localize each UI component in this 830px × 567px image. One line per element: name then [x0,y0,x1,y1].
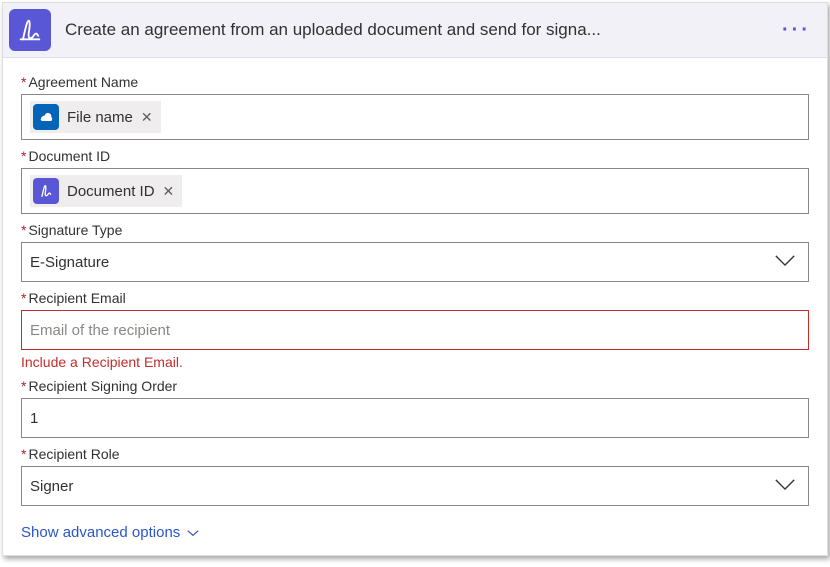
label-text: Recipient Signing Order [28,378,177,394]
remove-token-icon[interactable]: ✕ [141,109,153,126]
label-text: Document ID [28,148,110,164]
recipient-email-input[interactable]: Email of the recipient [21,310,809,350]
error-message: Include a Recipient Email. [21,354,809,370]
signature-type-select[interactable]: E-Signature [21,242,809,282]
recipient-signing-order-input[interactable]: 1 [21,398,809,438]
chevron-down-icon [774,478,796,495]
link-label: Show advanced options [21,524,180,541]
field-signature-type: *Signature Type E-Signature [21,222,809,282]
field-label: *Recipient Email [21,290,809,306]
sharepoint-icon [33,104,59,130]
token-label: Document ID [67,183,155,200]
agreement-name-input[interactable]: File name ✕ [21,94,809,140]
field-recipient-signing-order: *Recipient Signing Order 1 [21,378,809,438]
select-value: E-Signature [30,254,109,271]
field-label: *Agreement Name [21,74,809,90]
action-card: Create an agreement from an uploaded doc… [2,2,828,556]
chevron-down-icon [186,528,200,538]
field-label: *Recipient Signing Order [21,378,809,394]
field-document-id: *Document ID Document ID ✕ [21,148,809,214]
required-marker: * [21,290,26,306]
label-text: Recipient Role [28,446,119,462]
required-marker: * [21,148,26,164]
recipient-role-select[interactable]: Signer [21,466,809,506]
label-text: Signature Type [28,222,122,238]
remove-token-icon[interactable]: ✕ [163,183,175,200]
required-marker: * [21,222,26,238]
token-document-id[interactable]: Document ID ✕ [30,175,182,207]
card-header: Create an agreement from an uploaded doc… [3,3,827,58]
field-recipient-role: *Recipient Role Signer [21,446,809,506]
required-marker: * [21,74,26,90]
card-title: Create an agreement from an uploaded doc… [51,20,776,40]
field-agreement-name: *Agreement Name File name ✕ [21,74,809,140]
token-label: File name [67,109,133,126]
more-menu-icon[interactable]: ··· [776,19,817,42]
show-advanced-options-link[interactable]: Show advanced options [21,524,200,541]
adobe-sign-icon [33,178,59,204]
required-marker: * [21,446,26,462]
adobe-sign-icon [9,9,51,51]
input-value: 1 [30,410,38,427]
input-placeholder: Email of the recipient [30,322,170,339]
label-text: Recipient Email [28,290,125,306]
field-label: *Signature Type [21,222,809,238]
chevron-down-icon [774,254,796,271]
card-body: *Agreement Name File name ✕ *Document ID [3,58,827,555]
field-recipient-email: *Recipient Email Email of the recipient … [21,290,809,370]
label-text: Agreement Name [28,74,138,90]
document-id-input[interactable]: Document ID ✕ [21,168,809,214]
token-file-name[interactable]: File name ✕ [30,101,161,133]
field-label: *Recipient Role [21,446,809,462]
field-label: *Document ID [21,148,809,164]
required-marker: * [21,378,26,394]
select-value: Signer [30,478,73,495]
